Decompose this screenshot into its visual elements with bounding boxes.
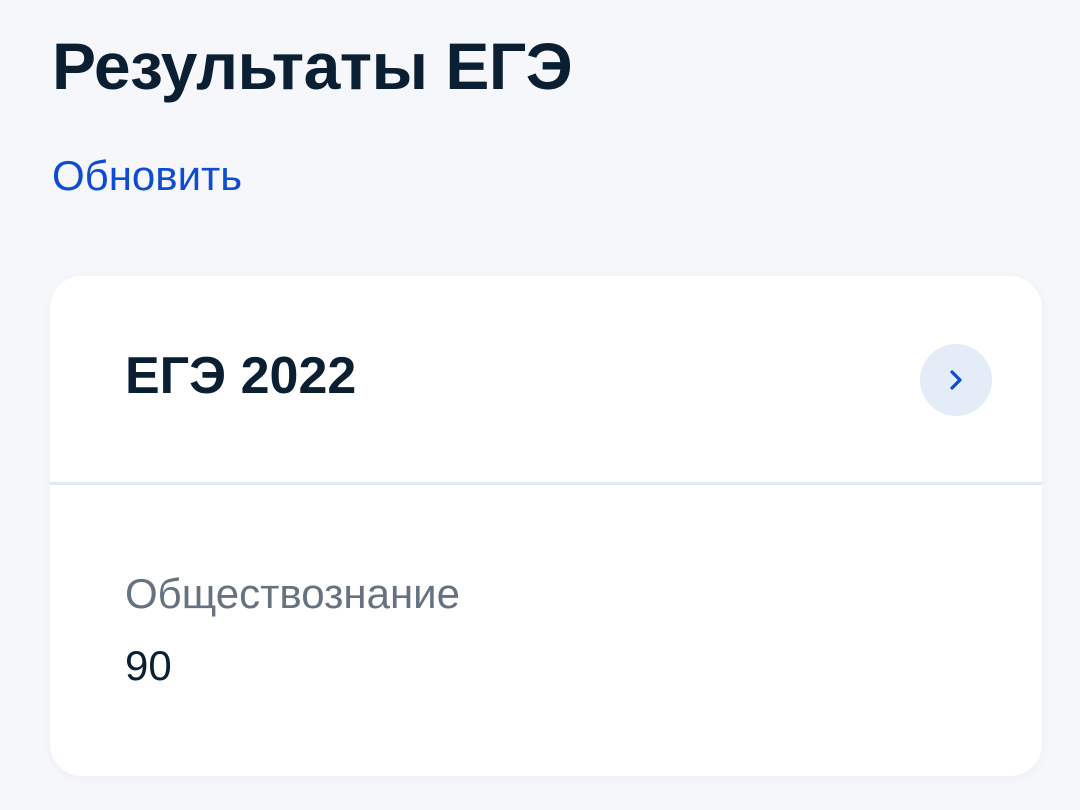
exam-results-card: ЕГЭ 2022 Обществознание 90 [50,276,1042,776]
subject-score: 90 [125,642,172,689]
chevron-right-icon [950,370,962,390]
page-title: Результаты ЕГЭ [52,29,573,103]
exam-card-header[interactable]: ЕГЭ 2022 [50,276,1042,482]
subject-name: Обществознание [125,570,460,617]
exam-title: ЕГЭ 2022 [125,347,357,405]
open-exam-button[interactable] [920,344,992,416]
refresh-link[interactable]: Обновить [52,150,242,202]
card-divider [50,482,1042,485]
